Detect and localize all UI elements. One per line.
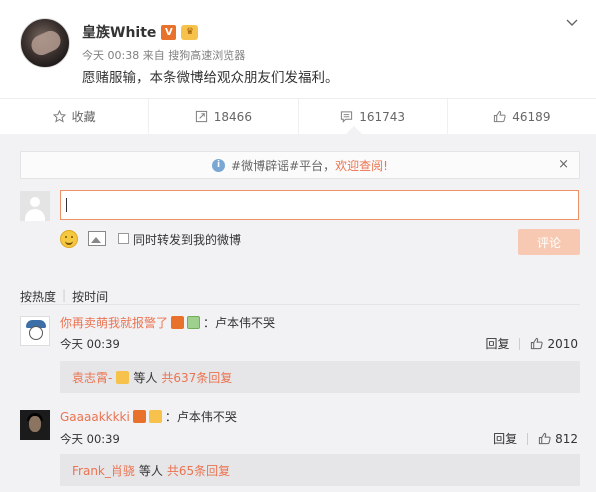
crown-badge-icon xyxy=(116,370,130,384)
member-badge-icon xyxy=(132,410,146,423)
sort-tabs: 按热度 | 按时间 xyxy=(20,288,108,305)
commenter-avatar[interactable] xyxy=(20,410,50,440)
comment-line: 你再卖萌我就报警了 ：卢本伟不哭 xyxy=(60,314,275,331)
post-meta: 今天 00:38 来自 搜狗高速浏览器 xyxy=(82,47,245,63)
crown-badge-icon: ♛ xyxy=(181,24,199,40)
sort-by-time-tab[interactable]: 按时间 xyxy=(72,288,108,305)
reply-summary[interactable]: 袁志霄- 等人 共637条回复 xyxy=(60,361,580,393)
comment-count: 161743 xyxy=(359,109,406,124)
member-badge-icon xyxy=(171,316,185,329)
also-repost-label[interactable]: 同时转发到我的微博 xyxy=(133,231,241,248)
source-prefix: 来自 xyxy=(142,49,165,62)
commenter-name[interactable]: 你再卖萌我就报警了 xyxy=(60,314,168,331)
favorite-label: 收藏 xyxy=(71,110,96,124)
action-bar: 收藏 18466 161743 46189 xyxy=(0,98,596,134)
also-repost-checkbox[interactable] xyxy=(118,233,129,244)
repost-icon xyxy=(195,110,207,123)
post-time[interactable]: 今天 00:38 xyxy=(82,49,139,62)
fan-badge-icon xyxy=(148,410,162,423)
comment-like-button[interactable]: 812 xyxy=(538,432,578,446)
repost-button[interactable]: 18466 xyxy=(149,99,299,134)
emoji-icon[interactable] xyxy=(60,230,78,248)
favorite-button[interactable]: 收藏 xyxy=(0,99,150,134)
comment-input[interactable] xyxy=(60,190,579,220)
author-avatar[interactable] xyxy=(20,18,70,68)
action-separator xyxy=(527,432,529,445)
thumbs-up-icon xyxy=(531,337,544,350)
comment-actions: 回复 2010 xyxy=(485,335,578,352)
rumor-notice-banner: i #微博辟谣#平台， 欢迎查阅! × xyxy=(20,151,580,179)
repost-count: 18466 xyxy=(213,109,252,124)
close-icon[interactable]: × xyxy=(558,157,569,172)
submit-comment-button[interactable]: 评论 xyxy=(518,229,580,255)
reply-user[interactable]: Frank_肖骁 xyxy=(72,462,135,479)
reply-user[interactable]: 袁志霄- xyxy=(72,369,112,386)
comment-like-count: 2010 xyxy=(547,336,578,351)
verified-badge-icon: V xyxy=(161,24,177,40)
comment-text: ：卢本伟不哭 xyxy=(164,410,237,424)
thumbs-up-icon xyxy=(494,110,506,123)
fan-badge-icon xyxy=(187,316,201,329)
like-count: 46189 xyxy=(512,109,551,124)
reply-button[interactable]: 回复 xyxy=(493,430,517,447)
post-source[interactable]: 搜狗高速浏览器 xyxy=(168,49,245,62)
sort-separator: | xyxy=(62,288,67,302)
reply-button[interactable]: 回复 xyxy=(485,335,509,352)
divider xyxy=(20,304,580,305)
text-caret xyxy=(66,198,67,212)
reply-count-link[interactable]: 共65条回复 xyxy=(167,462,230,479)
author-line: 皇族White V ♛ xyxy=(82,22,199,42)
panel-pointer xyxy=(346,126,362,134)
like-button[interactable]: 46189 xyxy=(448,99,596,134)
comment-time: 今天 00:39 xyxy=(60,432,120,446)
image-upload-icon[interactable] xyxy=(88,231,106,246)
comment-like-button[interactable]: 2010 xyxy=(530,337,578,351)
reply-suffix: 等人 xyxy=(138,463,163,478)
reply-count-link[interactable]: 共637条回复 xyxy=(161,369,232,386)
author-name[interactable]: 皇族White xyxy=(82,22,156,42)
reply-suffix: 等人 xyxy=(133,370,158,385)
comment-text: ：卢本伟不哭 xyxy=(203,316,276,330)
comment-actions: 回复 812 xyxy=(493,430,578,447)
commenter-name[interactable]: Gaaaakkkki xyxy=(60,410,130,424)
post-text: 愿赌服输，本条微博给观众朋友们发福利。 xyxy=(82,70,339,86)
comment-time: 今天 00:39 xyxy=(60,337,120,351)
notice-text: #微博辟谣#平台， xyxy=(231,158,336,173)
info-icon: i xyxy=(212,158,226,172)
action-separator xyxy=(519,337,521,350)
star-icon xyxy=(52,110,66,123)
notice-link[interactable]: 欢迎查阅! xyxy=(335,157,388,174)
comment-line: Gaaaakkkki ：卢本伟不哭 xyxy=(60,408,237,425)
commenter-avatar[interactable] xyxy=(20,316,50,346)
reply-summary[interactable]: Frank_肖骁 等人 共65条回复 xyxy=(60,454,580,486)
comment-button[interactable]: 161743 xyxy=(299,99,448,134)
comment-icon xyxy=(341,111,353,123)
thumbs-up-icon xyxy=(538,432,551,445)
sort-by-hot-tab[interactable]: 按热度 xyxy=(20,288,56,305)
current-user-avatar[interactable] xyxy=(20,191,50,221)
chevron-down-icon[interactable] xyxy=(566,17,578,29)
comment-like-count: 812 xyxy=(555,431,578,446)
